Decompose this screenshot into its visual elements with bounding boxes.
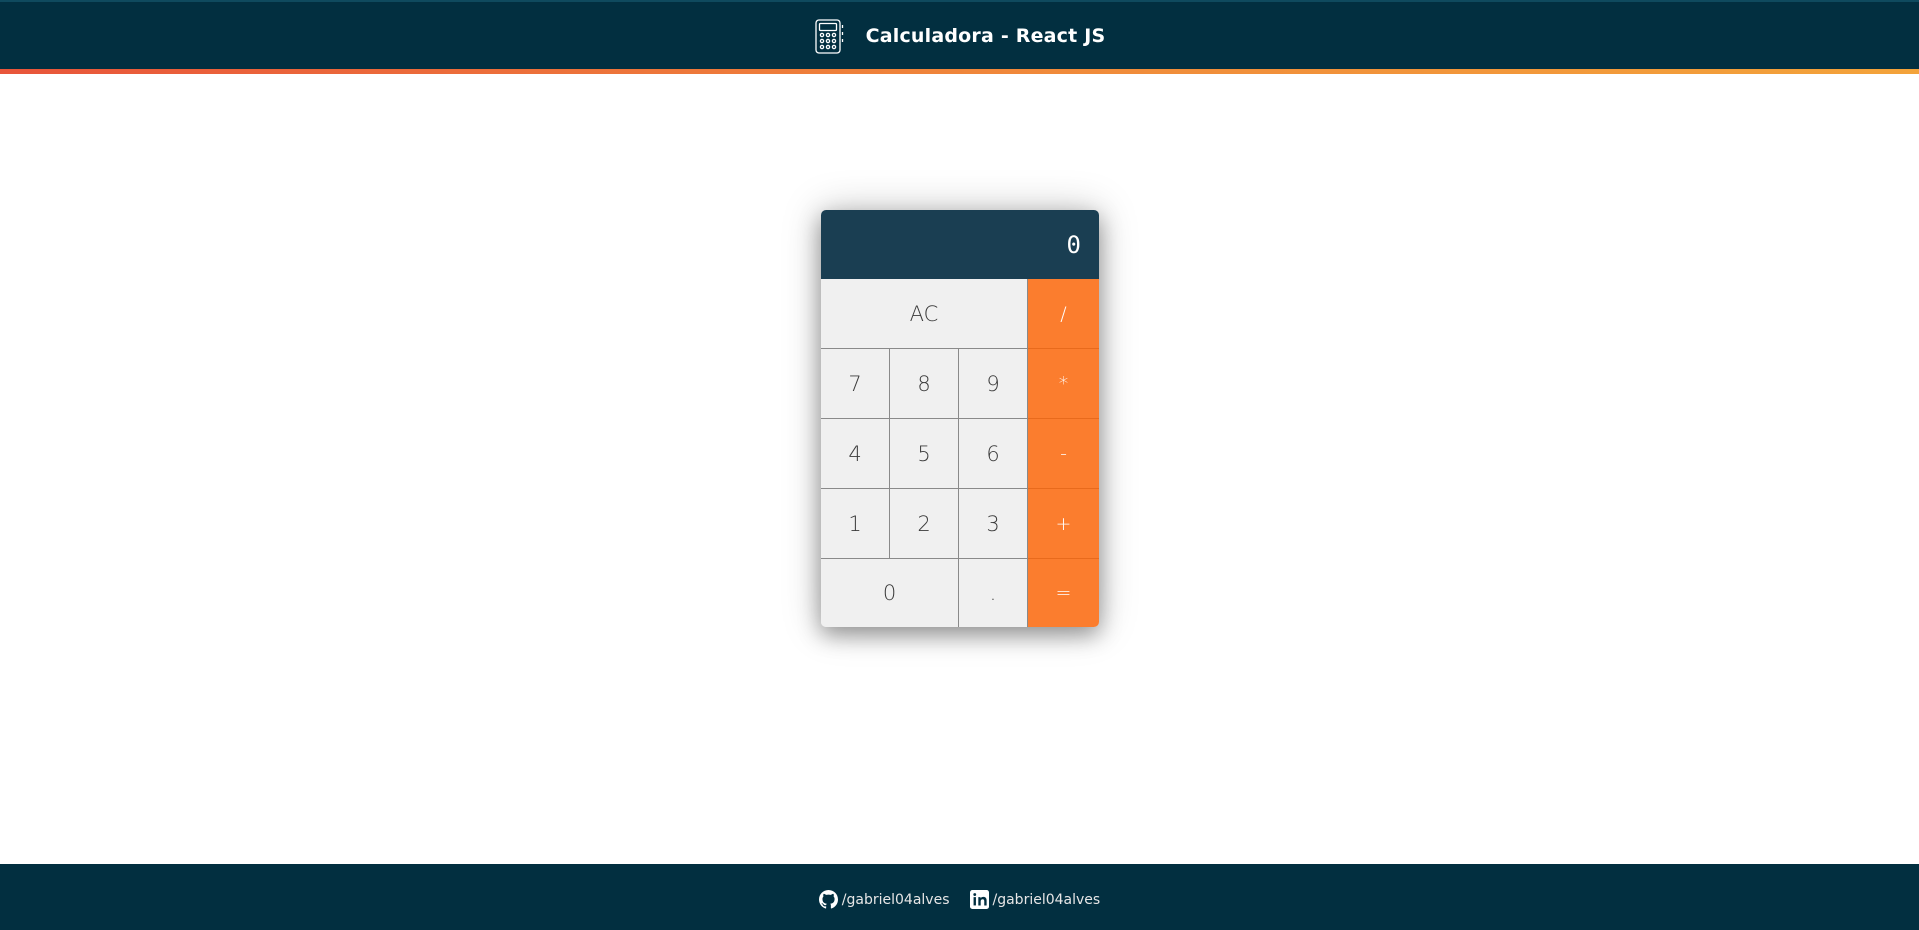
digit-2-button[interactable]: 2 <box>890 489 959 559</box>
digit-9-button[interactable]: 9 <box>959 349 1028 419</box>
app-header: Calculadora - React JS <box>0 0 1919 74</box>
subtract-button[interactable]: - <box>1028 419 1099 489</box>
digit-0-button[interactable]: 0 <box>821 559 959 627</box>
header-accent-stripe <box>0 69 1919 74</box>
equals-button[interactable]: = <box>1028 559 1099 627</box>
calculator-display: 0 <box>821 210 1099 279</box>
header-content: Calculadora - React JS <box>0 2 1919 69</box>
github-handle: /gabriel04alves <box>841 891 950 908</box>
footer-links: /gabriel04alves /gabriel04alves <box>0 869 1919 930</box>
divide-button[interactable]: / <box>1028 279 1099 349</box>
add-button[interactable]: + <box>1028 489 1099 559</box>
digit-6-button[interactable]: 6 <box>959 419 1028 489</box>
digit-7-button[interactable]: 7 <box>821 349 890 419</box>
calculator-icon <box>814 18 843 54</box>
calculator: 0 AC / 7 8 9 * 4 5 6 - 1 2 3 + 0 . = <box>821 210 1099 627</box>
digit-4-button[interactable]: 4 <box>821 419 890 489</box>
linkedin-icon <box>969 890 989 909</box>
multiply-button[interactable]: * <box>1028 349 1099 419</box>
page-title: Calculadora - React JS <box>865 24 1106 47</box>
linkedin-link[interactable]: /gabriel04alves <box>969 890 1101 909</box>
digit-3-button[interactable]: 3 <box>959 489 1028 559</box>
digit-5-button[interactable]: 5 <box>890 419 959 489</box>
github-icon <box>818 890 838 909</box>
digit-1-button[interactable]: 1 <box>821 489 890 559</box>
decimal-button[interactable]: . <box>959 559 1028 627</box>
linkedin-handle: /gabriel04alves <box>992 891 1101 908</box>
digit-8-button[interactable]: 8 <box>890 349 959 419</box>
github-link[interactable]: /gabriel04alves <box>818 890 950 909</box>
clear-button[interactable]: AC <box>821 279 1028 349</box>
